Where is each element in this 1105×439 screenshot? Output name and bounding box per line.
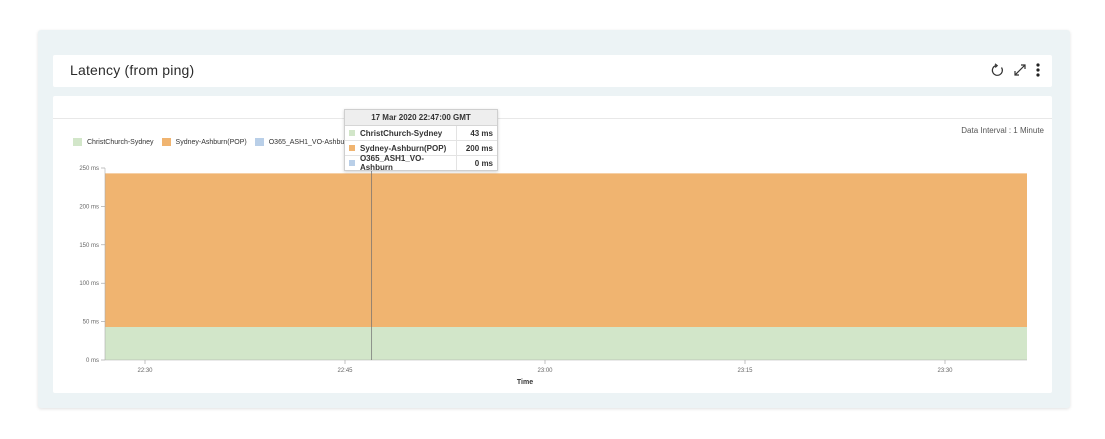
tooltip-series-value: 200 ms [465, 143, 493, 153]
y-tick-label: 50 ms [83, 320, 99, 326]
tooltip-series-value: 0 ms [474, 158, 493, 168]
x-tick-label: 23:15 [737, 368, 753, 374]
tooltip-row: ChristChurch-Sydney 43 ms [345, 126, 497, 141]
x-tick-label: 23:30 [937, 368, 953, 374]
area-series-0 [105, 326, 1027, 360]
tooltip-series-name: ChristChurch-Sydney [360, 128, 443, 138]
x-tick-label: 23:00 [537, 368, 553, 374]
tooltip-row: O365_ASH1_VO-Ashburn 0 ms [345, 154, 497, 172]
y-tick-label: 250 ms [79, 166, 99, 172]
x-axis-title: Time [517, 379, 533, 386]
tooltip-timestamp: 17 Mar 2020 22:47:00 GMT [345, 110, 497, 126]
area-series-1 [105, 173, 1027, 327]
tooltip-series-value: 43 ms [470, 128, 493, 138]
x-tick-label: 22:30 [137, 368, 153, 374]
x-tick-label: 22:45 [337, 368, 353, 374]
tooltip-swatch [349, 130, 355, 136]
tooltip-swatch [349, 160, 355, 166]
y-tick-label: 0 ms [86, 358, 99, 364]
y-tick-label: 200 ms [79, 204, 99, 210]
chart-tooltip: 17 Mar 2020 22:47:00 GMT ChristChurch-Sy… [344, 109, 498, 172]
y-tick-label: 150 ms [79, 243, 99, 249]
y-tick-label: 100 ms [79, 281, 99, 287]
latency-area-chart[interactable]: 0 ms 50 ms 100 ms 150 ms 200 ms 250 ms 22:30 22… [0, 0, 1105, 439]
tooltip-swatch [349, 145, 355, 151]
tooltip-series-name: O365_ASH1_VO-Ashburn [359, 154, 424, 172]
tooltip-series-name: Sydney-Ashburn(POP) [360, 143, 447, 153]
